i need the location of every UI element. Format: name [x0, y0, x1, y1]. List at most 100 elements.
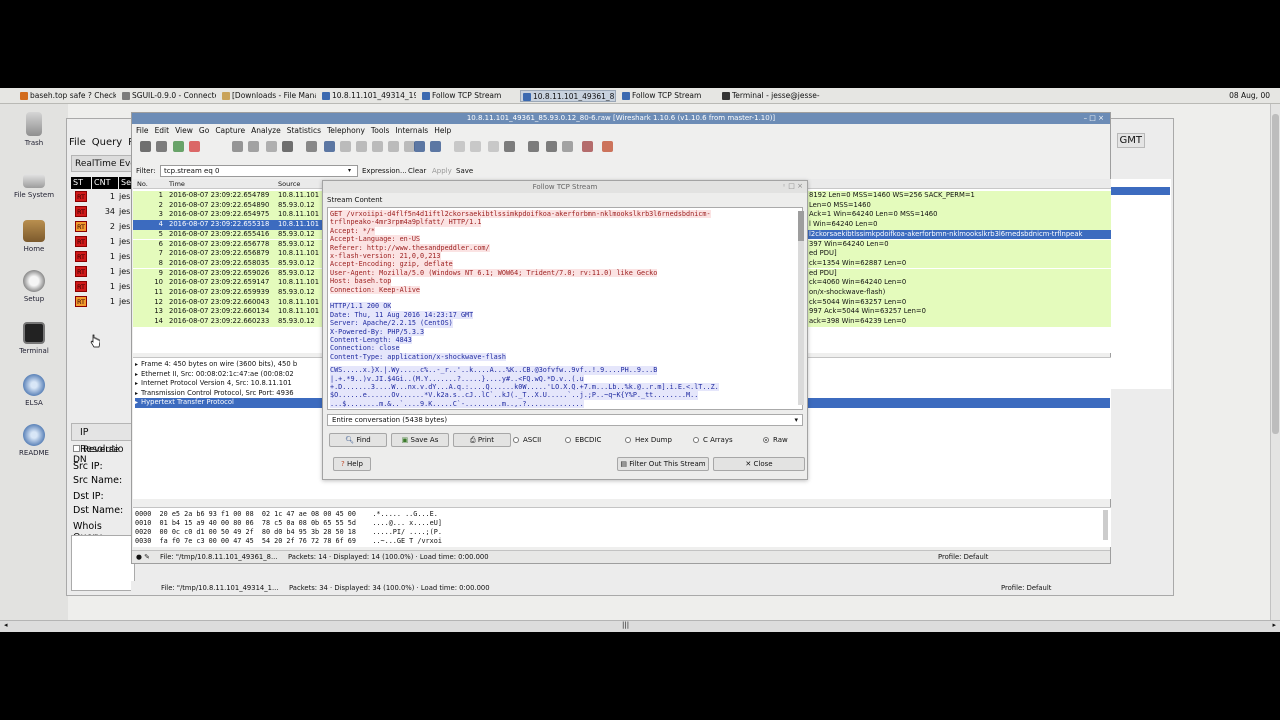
menu-file[interactable]: File — [136, 126, 149, 135]
interfaces-icon[interactable] — [140, 141, 151, 152]
find-icon[interactable] — [324, 141, 335, 152]
task-sguil[interactable]: SGUIL-0.9.0 - Connecte... — [120, 90, 216, 102]
status-profile[interactable]: Profile: Default — [938, 551, 988, 563]
format-radio-c-arrays[interactable]: C Arrays — [693, 433, 733, 447]
sguil-event-row[interactable]: RT 1 jes — [71, 295, 133, 308]
format-radio-raw[interactable]: Raw — [763, 433, 788, 447]
desktop-icon-readme[interactable]: README — [8, 424, 60, 457]
back-icon[interactable] — [340, 141, 351, 152]
desktop-icon-setup[interactable]: Setup — [8, 270, 60, 303]
column-time[interactable]: Time — [169, 179, 185, 189]
forward-icon[interactable] — [356, 141, 367, 152]
menu-capture[interactable]: Capture — [215, 126, 245, 135]
close-button[interactable]: ✕ Close — [713, 457, 805, 471]
detail-tree-item[interactable]: ▸ Transmission Control Protocol, Src Port… — [135, 389, 335, 399]
coloring-rules-icon[interactable] — [562, 141, 573, 152]
menu-internals[interactable]: Internals — [395, 126, 428, 135]
sguil-event-row[interactable]: RT 34 jes — [71, 205, 133, 218]
sguil-event-row[interactable]: RT 1 jes — [71, 190, 133, 203]
menu-view[interactable]: View — [175, 126, 193, 135]
whois-output[interactable] — [71, 535, 135, 591]
task-file-manager[interactable]: [Downloads - File Mana... — [220, 90, 316, 102]
task-firefox[interactable]: baseh.top safe ? Check ... — [18, 90, 116, 102]
zoom-normal-icon[interactable] — [488, 141, 499, 152]
sguil-event-row[interactable]: RT 1 jes — [71, 250, 133, 263]
help-button[interactable]: ? Help — [333, 457, 371, 471]
expression-button[interactable]: Expression... — [362, 165, 407, 177]
stream-scrollbar[interactable] — [798, 211, 804, 405]
stop-icon[interactable] — [189, 141, 200, 152]
desktop-icon-home[interactable]: Home — [8, 220, 60, 253]
colorize-icon[interactable] — [414, 141, 425, 152]
expert-info-icon[interactable]: ● ✎ — [136, 551, 150, 563]
menu-statistics[interactable]: Statistics — [287, 126, 321, 135]
task-follow-tcp-1[interactable]: Follow TCP Stream — [420, 90, 516, 102]
goto-icon[interactable] — [372, 141, 383, 152]
sguil-event-row[interactable]: RT 1 jes — [71, 265, 133, 278]
zoom-out-icon[interactable] — [470, 141, 481, 152]
task-terminal[interactable]: Terminal - jesse@jesse-... — [720, 90, 820, 102]
apply-button[interactable]: Apply — [432, 165, 452, 177]
format-radio-ebcdic[interactable]: EBCDIC — [565, 433, 601, 447]
menu-telephony[interactable]: Telephony — [327, 126, 365, 135]
sguil-event-row[interactable]: RT 1 jes — [71, 280, 133, 293]
desktop-icon-elsa[interactable]: ELSA — [8, 374, 60, 407]
desktop-icon-terminal[interactable]: Terminal — [8, 322, 60, 355]
task-wireshark-2[interactable]: 10.8.11.101_49361_85... — [520, 90, 616, 102]
menu-analyze[interactable]: Analyze — [251, 126, 281, 135]
find-button[interactable]: 🔍︎ Find — [329, 433, 387, 447]
filter-input[interactable]: tcp.stream eq 0 — [160, 165, 358, 177]
preferences-icon[interactable] — [582, 141, 593, 152]
format-radio-hex-dump[interactable]: Hex Dump — [625, 433, 672, 447]
scroll-right-icon[interactable]: ▸ — [1272, 621, 1276, 629]
clear-button[interactable]: Clear — [408, 165, 426, 177]
sguil-event-row[interactable]: RT 1 jes — [71, 235, 133, 248]
expand-icon[interactable]: ▸ — [135, 390, 138, 397]
task-wireshark-1[interactable]: 10.8.11.101_49314_198... — [320, 90, 416, 102]
save-file-icon[interactable] — [248, 141, 259, 152]
capture-filters-icon[interactable] — [528, 141, 539, 152]
display-filters-icon[interactable] — [546, 141, 557, 152]
horizontal-scrollbar[interactable]: ◂ ||| ▸ — [0, 620, 1280, 632]
close-file-icon[interactable] — [266, 141, 277, 152]
column-source[interactable]: Source — [278, 179, 300, 189]
stream-content-text[interactable]: GET /vrxoiipi-d4flf5n4d1iftl2ckorsaekibt… — [327, 207, 803, 410]
expand-icon[interactable]: ▸ — [135, 380, 138, 387]
open-icon[interactable] — [232, 141, 243, 152]
conversation-select[interactable]: Entire conversation (5438 bytes) ▾ — [327, 414, 803, 426]
scroll-left-icon[interactable]: ◂ — [4, 621, 8, 629]
first-icon[interactable] — [388, 141, 399, 152]
status-profile[interactable]: Profile: Default — [1001, 581, 1051, 595]
vertical-scrollbar[interactable] — [1270, 104, 1280, 620]
print-button[interactable]: ⎙ Print — [453, 433, 511, 447]
menu-query[interactable]: Query — [92, 137, 122, 148]
tab-ip-resolution[interactable]: IP Resolutio — [71, 423, 135, 455]
reload-icon[interactable] — [282, 141, 293, 152]
expand-icon[interactable]: ▸ — [135, 371, 138, 378]
help-icon[interactable] — [602, 141, 613, 152]
dialog-controls[interactable]: ◦ □ × — [782, 182, 803, 190]
desktop-icon-file-system[interactable]: File System — [8, 168, 60, 199]
column-header[interactable]: ST — [71, 177, 91, 189]
format-radio-ascii[interactable]: ASCII — [513, 433, 541, 447]
restart-icon[interactable] — [173, 141, 184, 152]
resize-columns-icon[interactable] — [504, 141, 515, 152]
tab-realtime-events[interactable]: RealTime Eve — [71, 155, 137, 172]
menu-help[interactable]: Help — [434, 126, 451, 135]
detail-tree-item[interactable]: ▸ Internet Protocol Version 4, Src: 10.8.… — [135, 379, 335, 389]
column-header[interactable]: CNT — [92, 177, 118, 189]
menu-file[interactable]: File — [69, 137, 86, 148]
menu-tools[interactable]: Tools — [371, 126, 389, 135]
desktop-icon-trash[interactable]: Trash — [8, 112, 60, 147]
sguil-event-row[interactable]: RT 2 jes — [71, 220, 133, 233]
menu-go[interactable]: Go — [199, 126, 209, 135]
expand-icon[interactable]: ▸ — [135, 399, 138, 406]
menu-edit[interactable]: Edit — [155, 126, 170, 135]
gmt-toggle[interactable]: GMT — [1116, 133, 1145, 148]
save-as-button[interactable]: ▣ Save As — [391, 433, 449, 447]
chevron-down-icon[interactable]: ▾ — [348, 165, 351, 177]
options-icon[interactable] — [156, 141, 167, 152]
autoscroll-icon[interactable] — [430, 141, 441, 152]
task-follow-tcp-2[interactable]: Follow TCP Stream — [620, 90, 716, 102]
window-controls[interactable]: – □ × — [1084, 114, 1104, 122]
